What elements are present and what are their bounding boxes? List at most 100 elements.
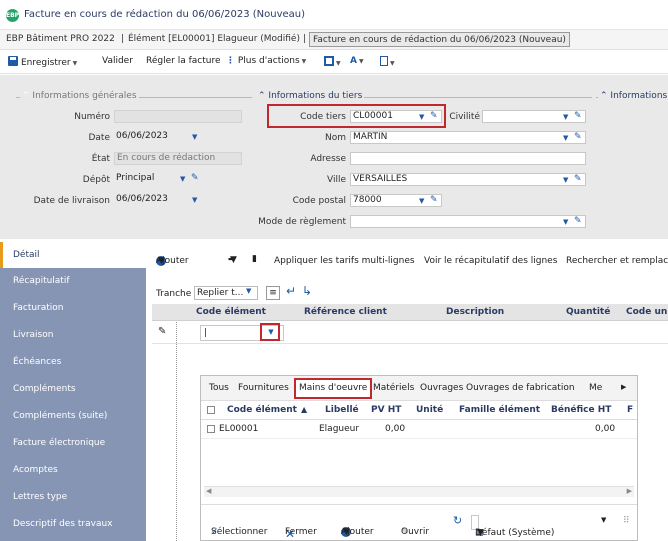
chevron-right-icon[interactable]: ▶ bbox=[621, 383, 626, 391]
chevron-down-icon[interactable]: ▼ bbox=[563, 217, 568, 227]
mode-reglement-label: Mode de règlement bbox=[258, 217, 346, 227]
sidebar-item-acomptes[interactable]: Acomptes bbox=[0, 457, 146, 483]
chevron-down-icon[interactable]: ▼ bbox=[180, 174, 185, 185]
sidebar-item-complements[interactable]: Compléments bbox=[0, 376, 146, 402]
picker-col-famille[interactable]: Famille élément bbox=[459, 405, 540, 415]
adresse-label: Adresse bbox=[310, 154, 346, 164]
highlight-code-tiers bbox=[267, 104, 446, 128]
chevron-down-icon[interactable]: ▼ bbox=[246, 287, 251, 295]
return-icon[interactable]: ↵ bbox=[286, 284, 296, 298]
edit-pencil-icon[interactable]: ✎ bbox=[191, 173, 199, 184]
document-button[interactable]: ▼ bbox=[380, 56, 395, 68]
edit-pencil-icon[interactable]: ✎ bbox=[430, 195, 438, 206]
picker-row[interactable]: EL00001 Elagueur 0,00 0,00 bbox=[201, 420, 637, 439]
breadcrumb-separator: | bbox=[121, 34, 125, 44]
chevron-down-icon[interactable]: ▼ bbox=[192, 132, 197, 143]
layout-button[interactable]: ▼ bbox=[324, 56, 341, 68]
window-title: Facture en cours de rédaction du 06/06/2… bbox=[24, 9, 306, 20]
scroll-left-icon[interactable]: ◀ bbox=[206, 487, 211, 495]
chevron-down-icon[interactable]: ▼ bbox=[601, 516, 606, 524]
validate-button[interactable]: Valider bbox=[102, 56, 133, 66]
section-other-title[interactable]: ⌃ Informations bbox=[598, 91, 668, 101]
edit-pencil-icon[interactable]: ✎ bbox=[574, 174, 582, 185]
col-code-element[interactable]: Code élément bbox=[196, 307, 266, 317]
sidebar-item-livraison[interactable]: Livraison bbox=[0, 322, 146, 348]
col-code-unite[interactable]: Code uni bbox=[626, 307, 668, 317]
numero-field[interactable] bbox=[114, 110, 242, 123]
more-vertical-icon: ⋮ bbox=[226, 56, 235, 66]
grid-edit-row: ✎ | ▼ bbox=[152, 322, 668, 541]
sort-asc-icon[interactable]: ▲ bbox=[301, 405, 307, 414]
sidebar-item-lettres-type[interactable]: Lettres type bbox=[0, 484, 146, 510]
sidebar-item-recapitulatif[interactable]: Récapitulatif bbox=[0, 268, 146, 294]
indent-icon[interactable]: ↳ bbox=[302, 284, 312, 298]
sidebar-item-facturation[interactable]: Facturation bbox=[0, 295, 146, 321]
chevron-down-icon[interactable]: ▼ bbox=[563, 133, 568, 143]
picker-grid-header: Code élément ▲ Libellé PV HT Unité Famil… bbox=[201, 401, 637, 420]
col-quantite[interactable]: Quantité bbox=[566, 307, 610, 317]
picker-col-more[interactable]: F bbox=[627, 405, 633, 415]
mode-reglement-field[interactable]: ▼ ✎ bbox=[350, 215, 586, 228]
depot-field[interactable]: Principal ▼ ✎ bbox=[114, 173, 204, 186]
code-postal-field[interactable]: 78000 ▼ ✎ bbox=[350, 194, 442, 207]
tab-tous[interactable]: Tous bbox=[209, 383, 229, 393]
tab-mains-oeuvre[interactable]: Mains d'oeuvre bbox=[294, 378, 373, 399]
tab-fournitures[interactable]: Fournitures bbox=[238, 383, 289, 393]
col-reference-client[interactable]: Référence client bbox=[304, 307, 387, 317]
see-recap-button[interactable]: Voir le récapitulatif des lignes bbox=[424, 256, 557, 266]
section-tiers-title[interactable]: ⌃ Informations du tiers bbox=[256, 91, 365, 101]
col-description[interactable]: Description bbox=[446, 307, 504, 317]
chevron-down-icon[interactable]: ▼ bbox=[419, 196, 424, 206]
apply-rates-button[interactable]: Appliquer les tarifs multi-lignes bbox=[274, 256, 415, 266]
picker-tabs: Tous Fournitures Mains d'oeuvre Matériel… bbox=[201, 376, 637, 401]
document-icon bbox=[380, 56, 388, 66]
civilite-field[interactable]: ▼ ✎ bbox=[482, 110, 586, 123]
date-field[interactable]: 06/06/2023 ▼ bbox=[114, 131, 204, 144]
horizontal-scrollbar[interactable]: ◀ ▶ bbox=[204, 486, 634, 497]
section-general-title[interactable]: ⌃ Informations générales bbox=[20, 91, 139, 101]
list-toggle-icon[interactable]: ≡ bbox=[266, 286, 280, 300]
picker-col-benefice[interactable]: Bénéfice HT bbox=[551, 405, 611, 415]
resize-grip-icon[interactable]: ⠿ bbox=[623, 516, 630, 526]
picker-col-libelle[interactable]: Libellé bbox=[325, 405, 359, 415]
chevron-down-icon[interactable]: ▼ bbox=[563, 175, 568, 185]
ville-field[interactable]: VERSAILLES ▼ ✎ bbox=[350, 173, 586, 186]
sidebar-item-detail[interactable]: Détail bbox=[0, 242, 146, 268]
edit-pencil-icon[interactable]: ✎ bbox=[574, 132, 582, 143]
select-all-checkbox[interactable] bbox=[207, 406, 215, 414]
breadcrumb-separator: | bbox=[303, 34, 307, 44]
picker-col-pvht[interactable]: PV HT bbox=[371, 405, 401, 415]
search-replace-button[interactable]: Rechercher et remplac bbox=[566, 256, 668, 266]
breadcrumb-item-invoice[interactable]: Facture en cours de rédaction du 06/06/2… bbox=[309, 32, 570, 47]
tab-ouvrages[interactable]: Ouvrages bbox=[420, 383, 463, 393]
chevron-down-icon: ▼ bbox=[301, 58, 307, 65]
font-button[interactable]: A ▼ bbox=[350, 56, 364, 66]
adresse-field[interactable] bbox=[350, 152, 586, 165]
refresh-icon[interactable]: ↻ bbox=[453, 514, 462, 527]
tab-more[interactable]: Me bbox=[589, 383, 602, 393]
etat-field: En cours de rédaction bbox=[114, 152, 242, 165]
settle-invoice-button[interactable]: Régler la facture bbox=[146, 56, 220, 66]
sidebar-item-echeances[interactable]: Échéances bbox=[0, 349, 146, 375]
save-button[interactable]: Enregistrer ▼ bbox=[8, 56, 77, 68]
chevron-down-icon[interactable]: ▼ bbox=[192, 195, 197, 206]
livraison-date-field[interactable]: 06/06/2023 ▼ bbox=[114, 194, 204, 207]
view-select[interactable]: ▦ Défaut (Système) ▼ bbox=[471, 515, 554, 538]
breadcrumb-item-app[interactable]: EBP Bâtiment PRO 2022 bbox=[6, 34, 115, 44]
edit-pencil-icon[interactable]: ✎ bbox=[574, 111, 582, 122]
sidebar-item-facture-electronique[interactable]: Facture électronique bbox=[0, 430, 146, 456]
tab-materiels[interactable]: Matériels bbox=[373, 383, 414, 393]
picker-col-code[interactable]: Code élément bbox=[227, 405, 297, 415]
picker-col-unite[interactable]: Unité bbox=[416, 405, 443, 415]
row-checkbox[interactable] bbox=[207, 425, 215, 433]
scroll-right-icon[interactable]: ▶ bbox=[627, 487, 632, 495]
nom-field[interactable]: MARTIN ▼ ✎ bbox=[350, 131, 586, 144]
breadcrumb-item-element[interactable]: Élément [EL00001] Elagueur (Modifié) bbox=[128, 34, 300, 44]
edit-pencil-icon[interactable]: ✎ bbox=[574, 216, 582, 227]
more-actions-button[interactable]: ⋮ Plus d'actions ▼ bbox=[226, 56, 306, 66]
chevron-down-icon: ▼ bbox=[230, 255, 237, 265]
sidebar-item-complements-suite[interactable]: Compléments (suite) bbox=[0, 403, 146, 429]
chevron-down-icon[interactable]: ▼ bbox=[563, 112, 568, 122]
sidebar-item-descriptif-travaux[interactable]: Descriptif des travaux bbox=[0, 511, 146, 537]
tab-ouvrages-fabrication[interactable]: Ouvrages de fabrication bbox=[466, 383, 575, 393]
